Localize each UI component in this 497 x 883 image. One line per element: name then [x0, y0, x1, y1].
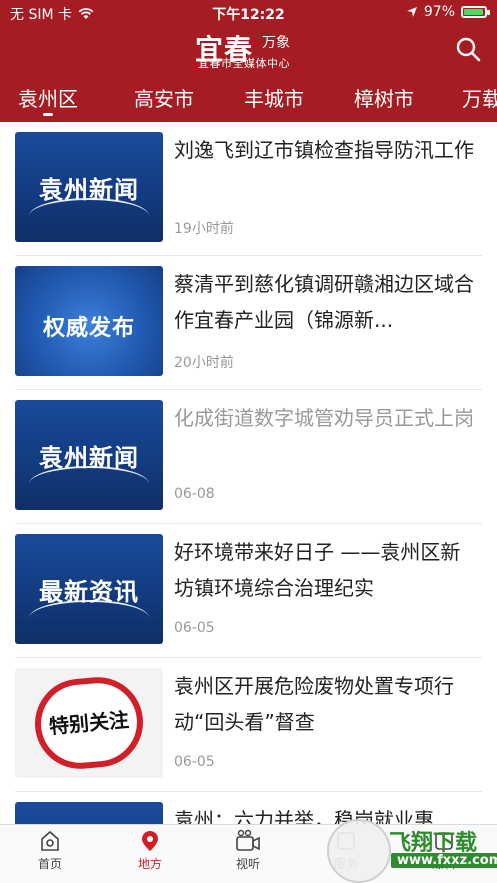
- news-title: 化成街道数字城管劝导员正式上岗: [174, 406, 474, 430]
- news-item[interactable]: 权威发布 蔡清平到慈化镇调研赣湘边区域合作宜春产业园（锦源新... 20小时前: [0, 256, 497, 390]
- news-item[interactable]: 袁州新闻 化成街道数字城管劝导员正式上岗 06-08: [0, 390, 497, 524]
- battery-percent: 97%: [423, 4, 455, 20]
- nav-video-label: 视听: [235, 857, 260, 871]
- video-icon: [236, 829, 260, 851]
- watermark-url: www.fxxz.com: [391, 853, 497, 868]
- news-thumbnail: 特别关注: [15, 668, 163, 778]
- news-title: 好环境带来好日子 ——袁州区新坊镇环境综合治理纪实: [174, 540, 461, 600]
- status-bar: 无 SIM 卡 下午12:22 97%: [0, 0, 497, 26]
- tab-yuanzhou[interactable]: 袁州区: [18, 76, 78, 122]
- news-thumbnail: 袁州新闻: [15, 132, 163, 242]
- tab-gaoan[interactable]: 高安市: [134, 76, 194, 122]
- location-icon: [142, 831, 158, 851]
- news-title: 蔡清平到慈化镇调研赣湘边区域合作宜春产业园（锦源新...: [174, 272, 474, 332]
- news-item[interactable]: 袁州新闻 刘逸飞到辽市镇检查指导防汛工作 19小时前: [0, 122, 497, 256]
- tab-fengcheng[interactable]: 丰城市: [244, 76, 304, 122]
- news-time: 06-05: [174, 754, 215, 770]
- site-watermark: 飞翔下载 www.fxxz.com: [327, 819, 497, 883]
- watermark-logo: [327, 819, 391, 883]
- news-thumbnail: 最新资讯: [15, 534, 163, 644]
- news-title: 袁州区开展危险废物处置专项行动“回头看”督查: [174, 674, 454, 734]
- news-item[interactable]: 特别关注 袁州区开展危险废物处置专项行动“回头看”督查 06-05: [0, 658, 497, 792]
- nav-home[interactable]: 首页: [20, 829, 80, 879]
- app-logo: 宜春 万象 宜春市全媒体中心: [180, 28, 320, 72]
- location-arrow-icon: [406, 7, 417, 17]
- status-right: 97%: [406, 4, 490, 20]
- news-title: 刘逸飞到辽市镇检查指导防汛工作: [174, 138, 474, 162]
- news-time: 06-05: [174, 620, 215, 636]
- search-icon[interactable]: [455, 36, 481, 62]
- logo-tagline: 宜春市全媒体中心: [198, 57, 290, 70]
- news-thumbnail: 权威发布: [15, 266, 163, 376]
- speech-bubble-icon: 特别关注: [31, 673, 147, 773]
- top-header: 无 SIM 卡 下午12:22 97% 宜春 万象 宜春市全媒体中心 袁州区 高…: [0, 0, 497, 122]
- nav-local-label: 地方: [137, 857, 162, 871]
- tab-zhangshu[interactable]: 樟树市: [354, 76, 414, 122]
- news-thumbnail: 袁州新闻: [15, 400, 163, 510]
- news-time: 19小时前: [174, 221, 234, 237]
- battery-icon: [461, 6, 490, 18]
- region-tabs: 袁州区 高安市 丰城市 樟树市 万载: [0, 76, 497, 122]
- news-time: 20小时前: [174, 355, 234, 371]
- nav-home-label: 首页: [37, 857, 62, 871]
- logo-sub: 万象: [262, 35, 290, 51]
- news-item[interactable]: 最新资讯 好环境带来好日子 ——袁州区新坊镇环境综合治理纪实 06-05: [0, 524, 497, 658]
- nav-local[interactable]: 地方: [120, 829, 180, 879]
- nav-video[interactable]: 视听: [218, 829, 278, 879]
- home-icon: [41, 830, 59, 851]
- tab-wanzai[interactable]: 万载: [462, 76, 497, 122]
- news-time: 06-08: [174, 486, 215, 502]
